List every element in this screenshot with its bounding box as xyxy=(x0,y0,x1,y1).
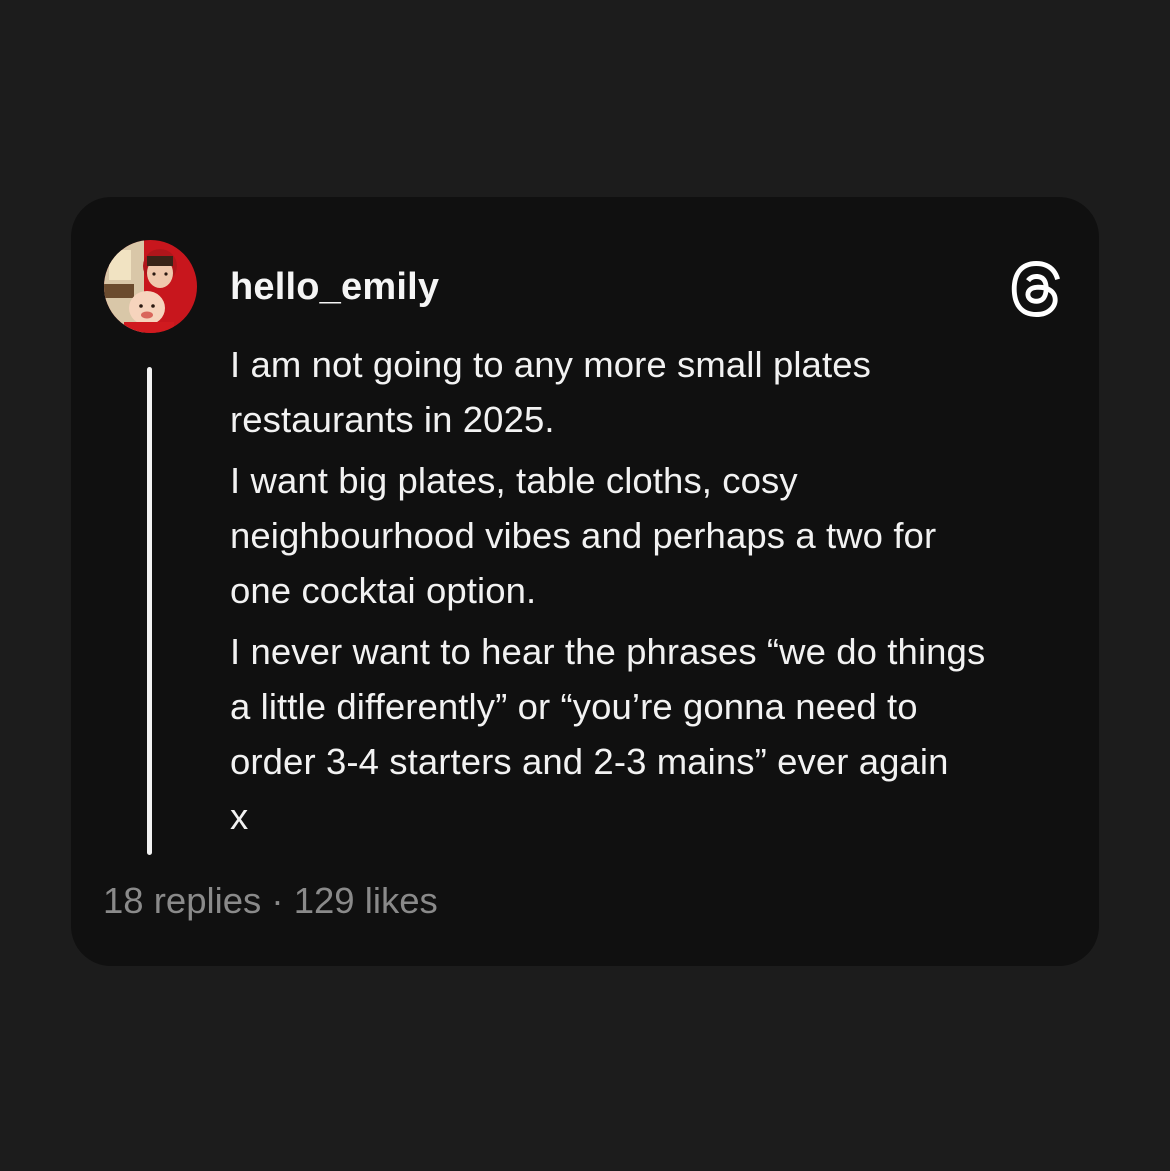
post-paragraph: I want big plates, table cloths, cosy ne… xyxy=(230,460,937,611)
username[interactable]: hello_emily xyxy=(230,261,439,313)
stats-separator: · xyxy=(261,880,294,921)
post-card: hello_emily I am not going to any more s… xyxy=(71,197,1099,966)
post-paragraph: I never want to hear the phrases “we do … xyxy=(230,631,986,837)
likes-count[interactable]: 129 likes xyxy=(294,880,438,921)
avatar[interactable] xyxy=(104,240,197,333)
thread-connector-line xyxy=(147,367,152,855)
post-stats: 18 replies · 129 likes xyxy=(103,873,438,929)
post-body: I am not going to any more small plates … xyxy=(230,337,1090,850)
threads-logo-icon[interactable] xyxy=(1008,259,1064,319)
profile-photo xyxy=(104,240,197,333)
post-paragraph: I am not going to any more small plates … xyxy=(230,344,871,440)
replies-count[interactable]: 18 replies xyxy=(103,880,261,921)
